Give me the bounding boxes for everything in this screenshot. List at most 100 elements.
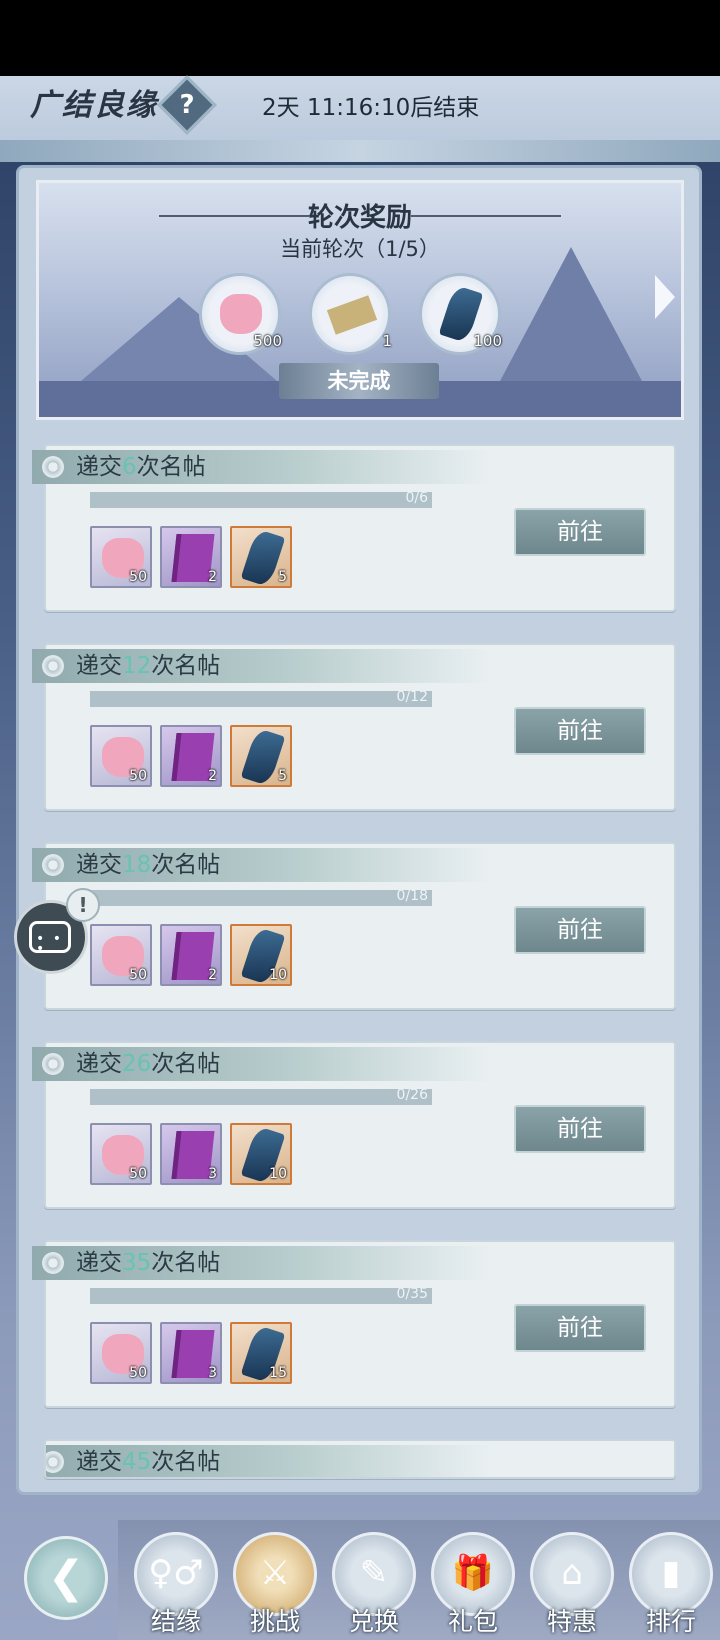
nav-glyph: 🎁 <box>451 1553 495 1593</box>
nav-item-tehui[interactable]: ⌂ 特惠 <box>528 1532 616 1640</box>
round-reward-banner: 轮次奖励 当前轮次（1/5） 500 1 100 未完成 <box>36 180 684 420</box>
task-header: 递交45次名帖 <box>46 1445 492 1477</box>
reward-count: 100 <box>473 332 502 350</box>
nav-label: 挑战 <box>249 1607 300 1636</box>
pouch-icon[interactable]: 50 <box>90 725 152 787</box>
nav-glyph: ⚔ <box>259 1553 291 1593</box>
task-progress-bar: 0/26 <box>90 1087 432 1105</box>
flower-icon <box>42 854 64 876</box>
next-round-arrow-icon[interactable] <box>655 275 675 319</box>
pouch-icon[interactable]: 50 <box>90 1322 152 1384</box>
back-button[interactable]: ❮ <box>24 1536 108 1620</box>
go-button[interactable]: 前往 <box>514 707 646 755</box>
nav-label: 兑换 <box>348 1607 399 1636</box>
nav-label: 礼包 <box>447 1607 498 1636</box>
book-icon[interactable]: 2 <box>160 924 222 986</box>
item-quantity: 15 <box>269 1365 287 1381</box>
nav-item-jieyuan[interactable]: ♀♂ 结缘 <box>132 1532 220 1640</box>
nav-glyph: ⌂ <box>561 1553 583 1593</box>
item-quantity: 10 <box>269 1166 287 1182</box>
gem-icon[interactable]: 5 <box>230 725 292 787</box>
go-button[interactable]: 前往 <box>514 508 646 556</box>
go-button[interactable]: 前往 <box>514 1105 646 1153</box>
pouch-icon[interactable]: 50 <box>90 526 152 588</box>
nav-glyph: ▮ <box>661 1553 681 1593</box>
chat-icon: • • • <box>29 921 71 957</box>
flower-icon <box>42 655 64 677</box>
flower-icon <box>46 1451 64 1473</box>
task-card: 递交18次名帖 0/18 50 2 10 前往 <box>32 842 676 1010</box>
progress-text: 0/26 <box>396 1087 428 1103</box>
event-countdown: 2天 11:16:10后结束 <box>262 95 480 121</box>
item-quantity: 10 <box>269 967 287 983</box>
gem-icon[interactable]: 100 <box>419 273 502 355</box>
task-progress-bar: 0/12 <box>90 689 432 707</box>
page-title: 广结良缘 <box>30 88 158 123</box>
nav-label: 结缘 <box>150 1607 201 1636</box>
item-quantity: 50 <box>129 1166 147 1182</box>
alert-badge[interactable]: ! <box>66 888 100 922</box>
item-quantity: 5 <box>278 569 287 585</box>
chat-dots: • • • <box>36 931 63 957</box>
task-card: 递交45次名帖 <box>44 1439 676 1479</box>
nav-label: 排行 <box>645 1607 696 1636</box>
task-card: 递交26次名帖 0/26 50 3 10 前往 <box>32 1041 676 1209</box>
task-title: 递交12次名帖 <box>76 653 221 679</box>
header-decor-band <box>0 140 720 162</box>
pouch-icon[interactable]: 50 <box>90 924 152 986</box>
flower-icon <box>42 456 64 478</box>
book-icon[interactable]: 2 <box>160 526 222 588</box>
nav-item-paihang[interactable]: ▮ 排行 <box>627 1532 715 1640</box>
task-card: 递交35次名帖 0/35 50 3 15 前往 <box>32 1240 676 1408</box>
reward-count: 1 <box>382 332 392 350</box>
task-title: 递交18次名帖 <box>76 852 221 878</box>
book-icon[interactable]: 3 <box>160 1123 222 1185</box>
current-round-label: 当前轮次（1/5） <box>280 237 440 261</box>
item-quantity: 50 <box>129 768 147 784</box>
gem-icon[interactable]: 5 <box>230 526 292 588</box>
nav-item-libao[interactable]: 🎁 礼包 <box>429 1532 517 1640</box>
pouch-icon[interactable]: 500 <box>199 273 282 355</box>
task-title: 递交6次名帖 <box>76 454 206 480</box>
nav-item-tiaozhan[interactable]: ⚔ 挑战 <box>231 1532 319 1640</box>
progress-text: 0/6 <box>405 490 428 506</box>
pouch-graphic <box>220 294 262 334</box>
task-header: 递交35次名帖 <box>32 1246 492 1280</box>
status-bar <box>0 0 720 76</box>
reward-count: 500 <box>253 332 282 350</box>
book-icon[interactable]: 2 <box>160 725 222 787</box>
back-arrow-icon: ❮ <box>47 1552 85 1603</box>
task-header: 递交6次名帖 <box>32 450 492 484</box>
help-symbol: ? <box>179 90 195 120</box>
task-progress-bar: 0/6 <box>90 490 432 508</box>
round-reward-title: 轮次奖励 <box>307 203 412 233</box>
task-card: 递交6次名帖 0/6 50 2 5 前往 <box>32 444 676 612</box>
item-quantity: 2 <box>208 967 217 983</box>
task-title: 递交26次名帖 <box>76 1051 221 1077</box>
flower-icon <box>42 1252 64 1274</box>
gem-icon[interactable]: 10 <box>230 924 292 986</box>
task-card: 递交12次名帖 0/12 50 2 5 前往 <box>32 643 676 811</box>
task-header: 递交12次名帖 <box>32 649 492 683</box>
nav-glyph: ♀♂ <box>148 1553 204 1593</box>
gem-icon[interactable]: 10 <box>230 1123 292 1185</box>
task-title: 递交35次名帖 <box>76 1250 221 1276</box>
gem-icon[interactable]: 15 <box>230 1322 292 1384</box>
pouch-icon[interactable]: 50 <box>90 1123 152 1185</box>
round-status-badge: 未完成 <box>279 363 439 399</box>
progress-text: 0/12 <box>396 689 428 705</box>
item-quantity: 50 <box>129 1365 147 1381</box>
task-progress-bar: 0/35 <box>90 1286 432 1304</box>
go-button[interactable]: 前往 <box>514 1304 646 1352</box>
go-button[interactable]: 前往 <box>514 906 646 954</box>
book-icon[interactable]: 3 <box>160 1322 222 1384</box>
item-quantity: 2 <box>208 768 217 784</box>
task-title: 递交45次名帖 <box>76 1449 221 1475</box>
nav-item-duihuan[interactable]: ✎ 兑换 <box>330 1532 418 1640</box>
scroll-icon[interactable]: 1 <box>309 273 392 355</box>
task-progress-bar: 0/18 <box>90 888 432 906</box>
task-header: 递交26次名帖 <box>32 1047 492 1081</box>
task-header: 递交18次名帖 <box>32 848 492 882</box>
nav-glyph: ✎ <box>359 1553 389 1593</box>
scroll-graphic <box>326 295 378 335</box>
